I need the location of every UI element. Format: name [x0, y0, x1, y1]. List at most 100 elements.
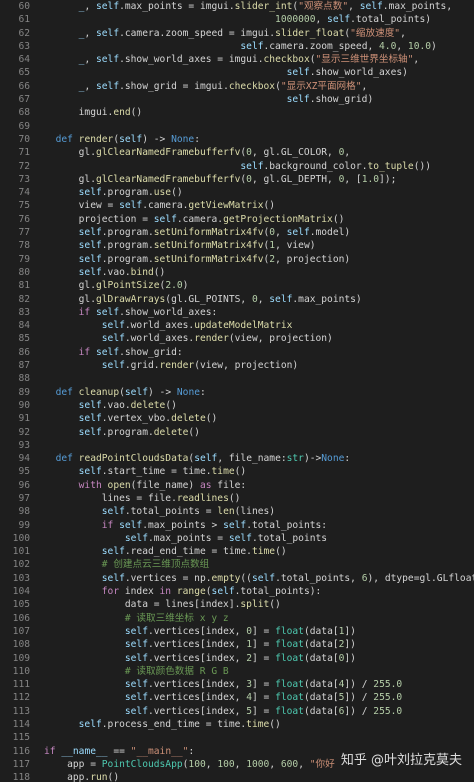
- code-text: gl.glPointSize(2.0): [44, 280, 189, 292]
- code-line[interactable]: 110 # 读取颜色数据 R G B: [0, 665, 474, 678]
- code-line[interactable]: 62 _, self.camera.zoom_speed = imgui.sli…: [0, 27, 474, 40]
- code-line[interactable]: 113 self.vertices[index, 5] = float(data…: [0, 705, 474, 718]
- code-line[interactable]: 93: [0, 439, 474, 452]
- code-line[interactable]: 107 self.vertices[index, 0] = float(data…: [0, 625, 474, 638]
- code-line[interactable]: 97 lines = file.readlines(): [0, 492, 474, 505]
- code-line[interactable]: 85 self.world_axes.render(view, projecti…: [0, 332, 474, 345]
- code-line[interactable]: 111 self.vertices[index, 3] = float(data…: [0, 678, 474, 691]
- line-number: 96: [18, 479, 30, 491]
- code-line[interactable]: 118 app.run(): [0, 771, 474, 782]
- code-line[interactable]: 106 # 读取三维坐标 x y z: [0, 612, 474, 625]
- line-number: 116: [12, 745, 30, 757]
- code-line[interactable]: 99 if self.max_points > self.total_point…: [0, 519, 474, 532]
- line-number: 63: [18, 40, 30, 52]
- code-line[interactable]: 76 projection = self.camera.getProjectio…: [0, 213, 474, 226]
- code-text: if self.show_world_axes:: [78, 306, 218, 318]
- code-line[interactable]: 68 imgui.end(): [0, 106, 474, 119]
- code-line[interactable]: 100 self.max_points = self.total_points: [0, 532, 474, 545]
- code-line[interactable]: 101 self.read_end_time = time.time(): [0, 545, 474, 558]
- line-number: 106: [12, 612, 30, 624]
- code-text: self.vertex_vbo.delete(): [78, 413, 218, 425]
- code-line[interactable]: 66 _, self.show_grid = imgui.checkbox("显…: [0, 80, 474, 93]
- code-line[interactable]: 92 self.program.delete(): [0, 426, 474, 439]
- code-text: def cleanup(self) -> None:: [55, 386, 206, 398]
- line-number: 70: [18, 133, 30, 145]
- code-text: self.vertices[index, 4] = float(data[5])…: [124, 692, 403, 704]
- code-text: _, self.camera.zoom_speed = imgui.slider…: [78, 27, 406, 39]
- code-line[interactable]: 70 def render(self) -> None:: [0, 133, 474, 146]
- code-editor[interactable]: 60 _, self.max_points = imgui.slider_int…: [0, 0, 474, 782]
- code-text: self.program.use(): [78, 187, 183, 199]
- line-number: 94: [18, 453, 30, 465]
- code-line[interactable]: 98 self.total_points = len(lines): [0, 505, 474, 518]
- code-text: app = PointCloudsApp(100, 100, 1000, 600…: [44, 758, 335, 770]
- code-text: # 读取三维坐标 x y z: [124, 612, 229, 624]
- code-line[interactable]: 73 gl.glClearNamedFramebufferfv(0, gl.GL…: [0, 173, 474, 186]
- code-text: if __name__ == "__main__":: [44, 745, 195, 757]
- code-line[interactable]: 65 self.show_world_axes): [0, 66, 474, 79]
- code-line[interactable]: 87 self.grid.render(view, projection): [0, 359, 474, 372]
- code-line[interactable]: 96 with open(file_name) as file:: [0, 479, 474, 492]
- line-number: 60: [18, 1, 30, 12]
- code-line[interactable]: 103 self.vertices = np.empty((self.total…: [0, 572, 474, 585]
- line-number: 107: [12, 625, 30, 637]
- code-text: self.show_world_axes): [286, 67, 408, 79]
- code-line[interactable]: 80 self.vao.bind(): [0, 266, 474, 279]
- code-text: view = self.camera.getViewMatrix(): [44, 200, 276, 212]
- line-number: 112: [12, 692, 30, 704]
- code-line[interactable]: 67 self.show_grid): [0, 93, 474, 106]
- code-line[interactable]: 82 gl.glDrawArrays(gl.GL_POINTS, 0, self…: [0, 293, 474, 306]
- line-number: 114: [12, 719, 30, 731]
- code-line[interactable]: 102 # 创建点云三维顶点数组: [0, 558, 474, 571]
- code-line[interactable]: 77 self.program.setUniformMatrix4fv(0, s…: [0, 226, 474, 239]
- code-line[interactable]: 84 self.world_axes.updateModelMatrix: [0, 319, 474, 332]
- code-line[interactable]: 89 def cleanup(self) -> None:: [0, 386, 474, 399]
- code-line[interactable]: 104 for index in range(self.total_points…: [0, 585, 474, 598]
- code-lines[interactable]: 60 _, self.max_points = imgui.slider_int…: [0, 0, 474, 782]
- code-line[interactable]: 63 self.camera.zoom_speed, 4.0, 10.0): [0, 40, 474, 53]
- line-number: 98: [18, 506, 30, 518]
- code-line[interactable]: 109 self.vertices[index, 2] = float(data…: [0, 652, 474, 665]
- line-number: 86: [18, 346, 30, 358]
- code-line[interactable]: 79 self.program.setUniformMatrix4fv(2, p…: [0, 253, 474, 266]
- code-line[interactable]: 115: [0, 731, 474, 744]
- code-line[interactable]: 112 self.vertices[index, 4] = float(data…: [0, 691, 474, 704]
- line-number: 75: [18, 200, 30, 212]
- code-line[interactable]: 61 1000000, self.total_points): [0, 13, 474, 26]
- code-line[interactable]: 108 self.vertices[index, 1] = float(data…: [0, 638, 474, 651]
- code-line[interactable]: 83 if self.show_world_axes:: [0, 306, 474, 319]
- code-line[interactable]: 81 gl.glPointSize(2.0): [0, 279, 474, 292]
- code-text: self.program.setUniformMatrix4fv(1, view…: [78, 240, 316, 252]
- code-text: lines = file.readlines(): [44, 492, 241, 504]
- code-line[interactable]: 88: [0, 372, 474, 385]
- code-text: gl.glDrawArrays(gl.GL_POINTS, 0, self.ma…: [44, 293, 362, 305]
- code-line[interactable]: 95 self.start_time = time.time(): [0, 465, 474, 478]
- code-line[interactable]: 90 self.vao.delete(): [0, 399, 474, 412]
- code-line[interactable]: 69: [0, 120, 474, 133]
- code-text: self.vertices = np.empty((self.total_poi…: [101, 572, 474, 584]
- code-text: self.process_end_time = time.time(): [78, 719, 281, 731]
- code-line[interactable]: 105 data = lines[index].split(): [0, 598, 474, 611]
- code-line[interactable]: 86 if self.show_grid:: [0, 346, 474, 359]
- line-number: 71: [18, 147, 30, 159]
- code-line[interactable]: 91 self.vertex_vbo.delete(): [0, 412, 474, 425]
- code-line[interactable]: 64 _, self.show_world_axes = imgui.check…: [0, 53, 474, 66]
- line-number: 105: [12, 599, 30, 611]
- code-line[interactable]: 114 self.process_end_time = time.time(): [0, 718, 474, 731]
- code-text: 1000000, self.total_points): [275, 14, 432, 26]
- code-line[interactable]: 72 self.background_color.to_tuple()): [0, 160, 474, 173]
- line-number: 66: [18, 80, 30, 92]
- code-text: self.grid.render(view, projection): [101, 360, 299, 372]
- code-line[interactable]: 75 view = self.camera.getViewMatrix(): [0, 199, 474, 212]
- line-number: 69: [18, 120, 30, 132]
- code-line[interactable]: 94 def readPointCloudsData(self, file_na…: [0, 452, 474, 465]
- line-number: 77: [18, 227, 30, 239]
- code-text: self.vertices[index, 5] = float(data[6])…: [124, 705, 403, 717]
- code-line[interactable]: 60 _, self.max_points = imgui.slider_int…: [0, 0, 474, 13]
- line-number: 87: [18, 360, 30, 372]
- code-line[interactable]: 74 self.program.use(): [0, 186, 474, 199]
- code-line[interactable]: 78 self.program.setUniformMatrix4fv(1, v…: [0, 239, 474, 252]
- code-line[interactable]: 71 gl.glClearNamedFramebufferfv(0, gl.GL…: [0, 146, 474, 159]
- code-text: for index in range(self.total_points):: [101, 586, 322, 598]
- line-number: 89: [18, 386, 30, 398]
